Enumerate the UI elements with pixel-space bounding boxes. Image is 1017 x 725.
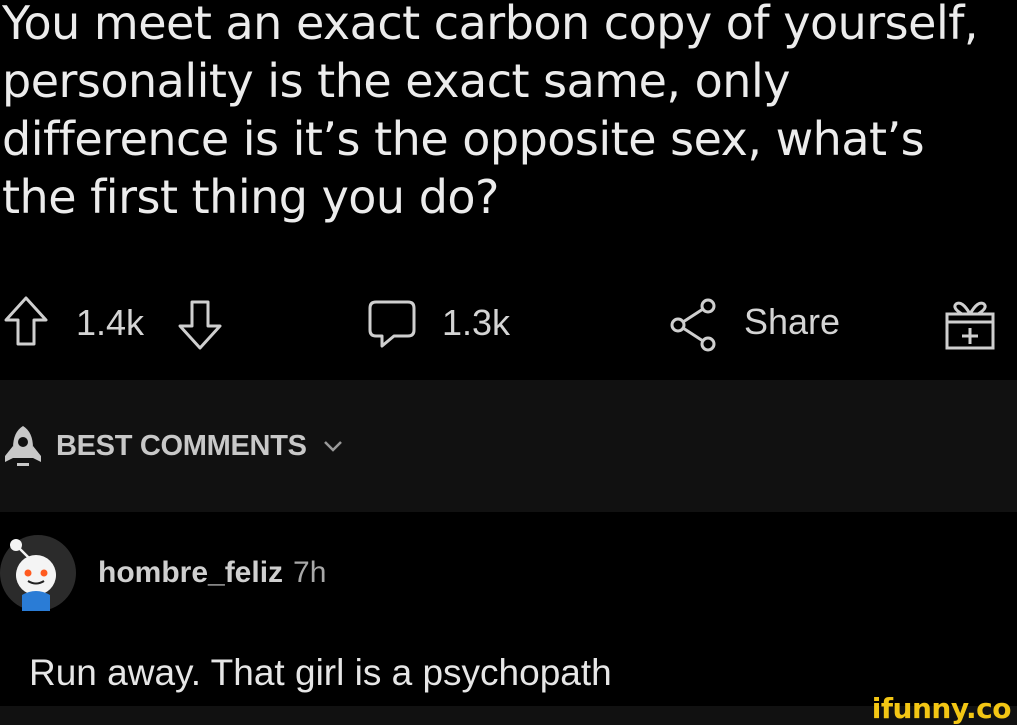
vote-score: 1.4k bbox=[76, 302, 145, 343]
comment-text: Run away. That girl is a psychopath bbox=[29, 652, 612, 693]
rocket-icon bbox=[5, 426, 41, 466]
sort-label: BEST COMMENTS bbox=[56, 429, 307, 462]
share-label: Share bbox=[744, 301, 841, 342]
downvote-button[interactable] bbox=[176, 296, 224, 352]
comment-sort-bar: BEST COMMENTS bbox=[0, 380, 1017, 512]
arrow-down-icon bbox=[178, 300, 222, 350]
chevron-down-icon bbox=[323, 441, 342, 452]
ifunny-watermark: ifunny.co bbox=[871, 692, 1012, 725]
award-button[interactable] bbox=[944, 298, 996, 352]
post-title: You meet an exact carbon copy of yoursel… bbox=[2, 0, 979, 224]
comment-bubble-icon bbox=[368, 300, 416, 348]
comment-count: 1.3k bbox=[442, 302, 511, 343]
comment-age: 7h bbox=[293, 556, 327, 589]
arrow-up-icon bbox=[4, 296, 48, 346]
avatar[interactable] bbox=[0, 535, 76, 611]
comments-button[interactable] bbox=[366, 298, 418, 352]
upvote-button[interactable] bbox=[2, 294, 50, 350]
footer-strip bbox=[0, 706, 1017, 725]
post-action-bar: 1.4k 1.3k Share bbox=[0, 288, 1017, 368]
comment-header: hombre_feliz 7h bbox=[0, 532, 326, 614]
sort-selector[interactable]: BEST COMMENTS bbox=[2, 424, 343, 468]
share-button[interactable]: Share bbox=[668, 296, 840, 354]
comment-username[interactable]: hombre_feliz bbox=[98, 556, 283, 590]
gift-icon bbox=[945, 301, 995, 350]
share-icon bbox=[670, 298, 716, 352]
